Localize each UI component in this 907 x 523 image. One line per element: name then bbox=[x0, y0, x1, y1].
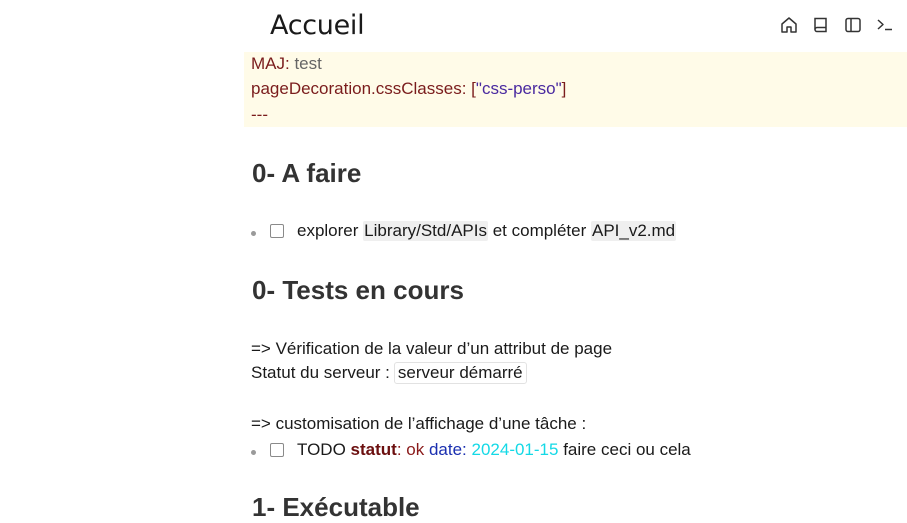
task-checkbox[interactable] bbox=[270, 224, 284, 238]
sidebar-toggle-button[interactable] bbox=[843, 14, 863, 36]
verif-text: => Vérification de la valeur d’un attrib… bbox=[251, 339, 613, 358]
frontmatter-string: "css-perso" bbox=[475, 79, 562, 98]
frontmatter-line-css: pageDecoration.cssClasses: ["css-perso"] bbox=[251, 79, 567, 98]
task-item-todo: TODO statut: ok date: 2024-01-15 faire c… bbox=[250, 438, 691, 462]
frontmatter-value: test bbox=[294, 54, 322, 73]
bullet-dot bbox=[251, 230, 256, 236]
frontmatter-key: pageDecoration.cssClasses bbox=[251, 79, 462, 98]
server-status-value: serveur démarré bbox=[393, 362, 527, 384]
home-icon bbox=[781, 17, 797, 33]
task-checkbox[interactable] bbox=[270, 443, 284, 457]
frontmatter-separator: --- bbox=[251, 105, 268, 124]
terminal-button[interactable] bbox=[875, 14, 895, 36]
terminal-icon bbox=[877, 19, 892, 31]
attr-date-value: 2024-01-15 bbox=[471, 440, 559, 459]
custom-text: => customisation de l’affichage d’une tâ… bbox=[251, 414, 587, 433]
attr-statut-value: ok bbox=[406, 440, 425, 459]
top-toolbar bbox=[779, 14, 895, 36]
sidebar-icon bbox=[845, 17, 861, 33]
server-status-label: Statut du serveur : bbox=[251, 363, 390, 382]
task-item-explorer: explorer Library/Std/APIs et compléter A… bbox=[250, 219, 677, 243]
frontmatter-key: MAJ bbox=[251, 54, 285, 73]
frontmatter-block[interactable]: MAJ: test pageDecoration.cssClasses: ["c… bbox=[244, 52, 907, 127]
frontmatter-line-maj: MAJ: test bbox=[251, 54, 322, 73]
server-status-line: Statut du serveur : serveur démarré bbox=[251, 362, 527, 384]
home-button[interactable] bbox=[779, 14, 799, 36]
bullet-dot bbox=[251, 449, 256, 455]
book-icon bbox=[814, 17, 827, 33]
heading-tests-en-cours: 0- Tests en cours bbox=[252, 275, 464, 305]
link-api-v2[interactable]: API_v2.md bbox=[590, 221, 677, 241]
attr-date-key: date bbox=[424, 440, 463, 459]
todo-keyword: TODO bbox=[297, 440, 351, 459]
library-button[interactable] bbox=[811, 14, 831, 36]
heading-a-faire: 0- A faire bbox=[252, 158, 362, 188]
page-title: Accueil bbox=[270, 10, 365, 41]
task-text: faire ceci ou cela bbox=[558, 440, 691, 459]
link-library-std-apis[interactable]: Library/Std/APIs bbox=[363, 221, 488, 241]
heading-executable: 1- Exécutable bbox=[252, 492, 420, 522]
attr-statut-key: statut bbox=[350, 440, 397, 459]
